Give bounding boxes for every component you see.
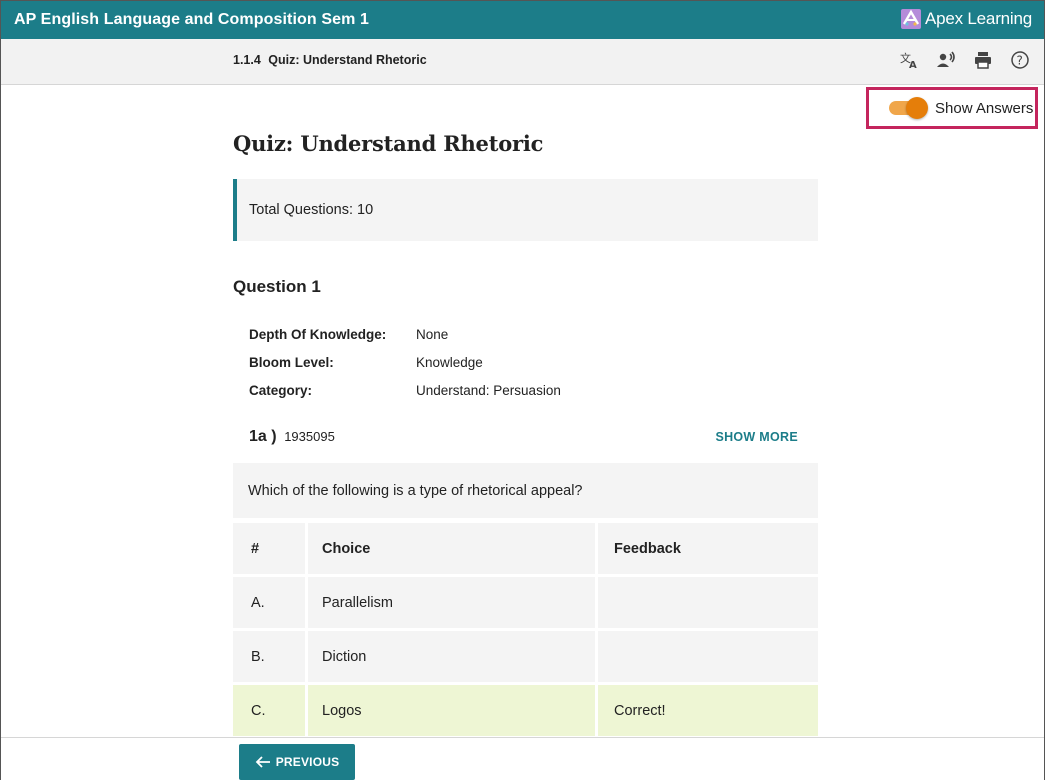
svg-text:?: ?: [1017, 54, 1023, 68]
item-id: 1935095: [284, 429, 335, 444]
meta-value: Understand: Persuasion: [416, 383, 561, 398]
svg-text:A: A: [909, 60, 917, 70]
text-to-speech-icon[interactable]: [936, 50, 956, 70]
choice-letter: C.: [233, 685, 305, 736]
header-number: #: [233, 523, 305, 574]
page-title: Quiz: Understand Rhetoric: [233, 131, 544, 156]
table-header-row: # Choice Feedback: [233, 523, 818, 574]
lesson-number: 1.1.4: [233, 53, 261, 67]
show-answers-label: Show Answers: [935, 99, 1034, 117]
question-prompt: Which of the following is a type of rhet…: [233, 463, 818, 518]
meta-row: Bloom Level: Knowledge: [249, 355, 561, 383]
choice-letter: A.: [233, 577, 305, 628]
choice-feedback: [598, 631, 818, 682]
header-feedback: Feedback: [598, 523, 818, 574]
choice-text: Diction: [308, 631, 595, 682]
choices-table: # Choice Feedback A. Parallelism B. Dict…: [233, 523, 818, 739]
toolbar: 文 A ?: [899, 50, 1030, 70]
question-id: 1a ) 1935095: [249, 428, 335, 446]
total-questions-box: Total Questions: 10: [233, 179, 818, 241]
previous-button[interactable]: PREVIOUS: [239, 744, 355, 780]
choice-text: Parallelism: [308, 577, 595, 628]
help-icon[interactable]: ?: [1010, 50, 1030, 70]
prompt-text: Which of the following is a type of rhet…: [248, 482, 583, 499]
breadcrumb: 1.1.4 Quiz: Understand Rhetoric: [233, 53, 427, 67]
brand: Apex Learning: [900, 9, 1032, 29]
print-icon[interactable]: [973, 50, 993, 70]
show-more-link[interactable]: SHOW MORE: [715, 430, 798, 444]
meta-key: Bloom Level:: [249, 355, 334, 370]
choice-letter: B.: [233, 631, 305, 682]
question-part: 1a ): [249, 428, 277, 445]
footer-bar: PREVIOUS: [1, 737, 1044, 780]
arrow-left-icon: [255, 756, 270, 768]
choice-feedback: Correct!: [598, 685, 818, 736]
top-bar: AP English Language and Composition Sem …: [1, 1, 1044, 39]
meta-row: Category: Understand: Persuasion: [249, 383, 561, 411]
table-row-correct: C. Logos Correct!: [233, 685, 818, 736]
meta-value: Knowledge: [416, 355, 483, 370]
toggle-knob: [906, 97, 928, 119]
app-window: AP English Language and Composition Sem …: [0, 0, 1045, 780]
table-row: B. Diction: [233, 631, 818, 682]
brand-name: Apex Learning: [924, 9, 1032, 28]
question-heading: Question 1: [233, 277, 321, 296]
apex-logo-icon: [900, 9, 921, 29]
meta-row: Depth Of Knowledge: None: [249, 327, 561, 355]
meta-key: Category:: [249, 383, 313, 398]
question-metadata: Depth Of Knowledge: None Bloom Level: Kn…: [249, 327, 561, 411]
show-answers-toggle[interactable]: [889, 97, 928, 119]
meta-key: Depth Of Knowledge:: [249, 327, 387, 342]
header-choice: Choice: [308, 523, 595, 574]
sub-bar: 1.1.4 Quiz: Understand Rhetoric 文 A ?: [1, 39, 1044, 85]
total-questions: Total Questions: 10: [249, 202, 374, 218]
show-answers-highlight: Show Answers: [866, 87, 1038, 129]
choice-text: Logos: [308, 685, 595, 736]
choice-feedback: [598, 577, 818, 628]
table-row: A. Parallelism: [233, 577, 818, 628]
translate-icon[interactable]: 文 A: [899, 50, 919, 70]
meta-value: None: [416, 327, 449, 342]
previous-label: PREVIOUS: [275, 755, 340, 769]
lesson-title: Quiz: Understand Rhetoric: [268, 53, 427, 67]
course-title: AP English Language and Composition Sem …: [14, 11, 369, 28]
